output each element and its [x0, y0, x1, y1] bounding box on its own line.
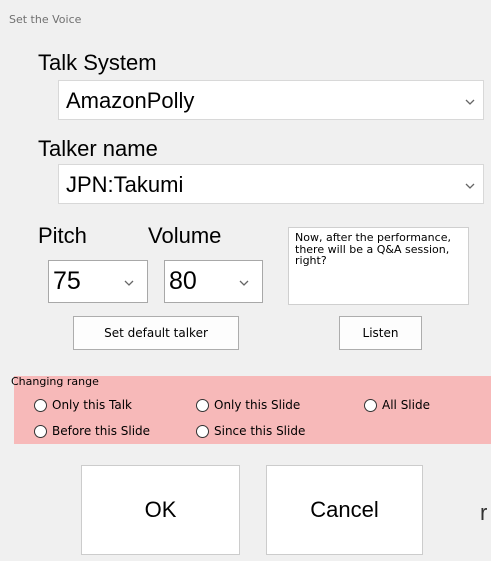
radio-label: Only this Talk [52, 398, 132, 412]
radio-label: Before this Slide [52, 424, 151, 438]
listen-label: Listen [362, 326, 399, 340]
chevron-down-icon [464, 180, 476, 192]
talk-system-value: AmazonPolly [66, 88, 195, 113]
radio-circle [196, 399, 209, 412]
pitch-value: 75 [53, 267, 81, 295]
dialog-title: Set the Voice [9, 13, 82, 26]
talk-system-select[interactable]: AmazonPolly [58, 80, 484, 120]
cancel-button[interactable]: Cancel [266, 465, 423, 555]
sample-text-box[interactable]: Now, after the performance, there will b… [288, 227, 469, 305]
pitch-select[interactable]: 75 [48, 260, 148, 303]
set-default-talker-button[interactable]: Set default talker [73, 316, 239, 350]
talker-name-select[interactable]: JPN:Takumi [58, 164, 484, 204]
cancel-label: Cancel [310, 497, 379, 522]
radio-circle [34, 425, 47, 438]
changing-range-label: Changing range [11, 375, 99, 388]
ok-label: OK [144, 497, 177, 522]
talker-name-value: JPN:Takumi [66, 172, 184, 197]
chevron-down-icon [464, 96, 476, 108]
radio-before-this-slide[interactable]: Before this Slide [34, 424, 182, 440]
radio-since-this-slide[interactable]: Since this Slide [196, 424, 346, 440]
talk-system-label: Talk System [38, 50, 157, 75]
radio-only-this-slide[interactable]: Only this Slide [196, 398, 346, 414]
talker-name-label: Talker name [38, 136, 158, 161]
radio-label: Since this Slide [214, 424, 306, 438]
volume-select[interactable]: 80 [164, 260, 263, 303]
radio-circle [196, 425, 209, 438]
listen-button[interactable]: Listen [339, 316, 422, 350]
radio-circle [364, 399, 377, 412]
radio-only-this-talk[interactable]: Only this Talk [34, 398, 182, 414]
volume-value: 80 [169, 267, 197, 295]
radio-all-slide[interactable]: All Slide [364, 398, 474, 414]
radio-label: Only this Slide [214, 398, 301, 412]
chevron-down-icon [123, 277, 135, 289]
set-voice-dialog: Set the Voice Talk System AmazonPolly Ta… [0, 0, 491, 561]
set-default-talker-label: Set default talker [104, 326, 208, 340]
radio-circle [34, 399, 47, 412]
radio-label: All Slide [382, 398, 430, 412]
volume-label: Volume [148, 223, 222, 248]
screen-root: Set the Voice Talk System AmazonPolly Ta… [0, 0, 491, 561]
pitch-label: Pitch [38, 223, 87, 248]
chevron-down-icon [238, 277, 250, 289]
ok-button[interactable]: OK [81, 465, 240, 555]
stray-text-fragment: r [480, 500, 488, 525]
